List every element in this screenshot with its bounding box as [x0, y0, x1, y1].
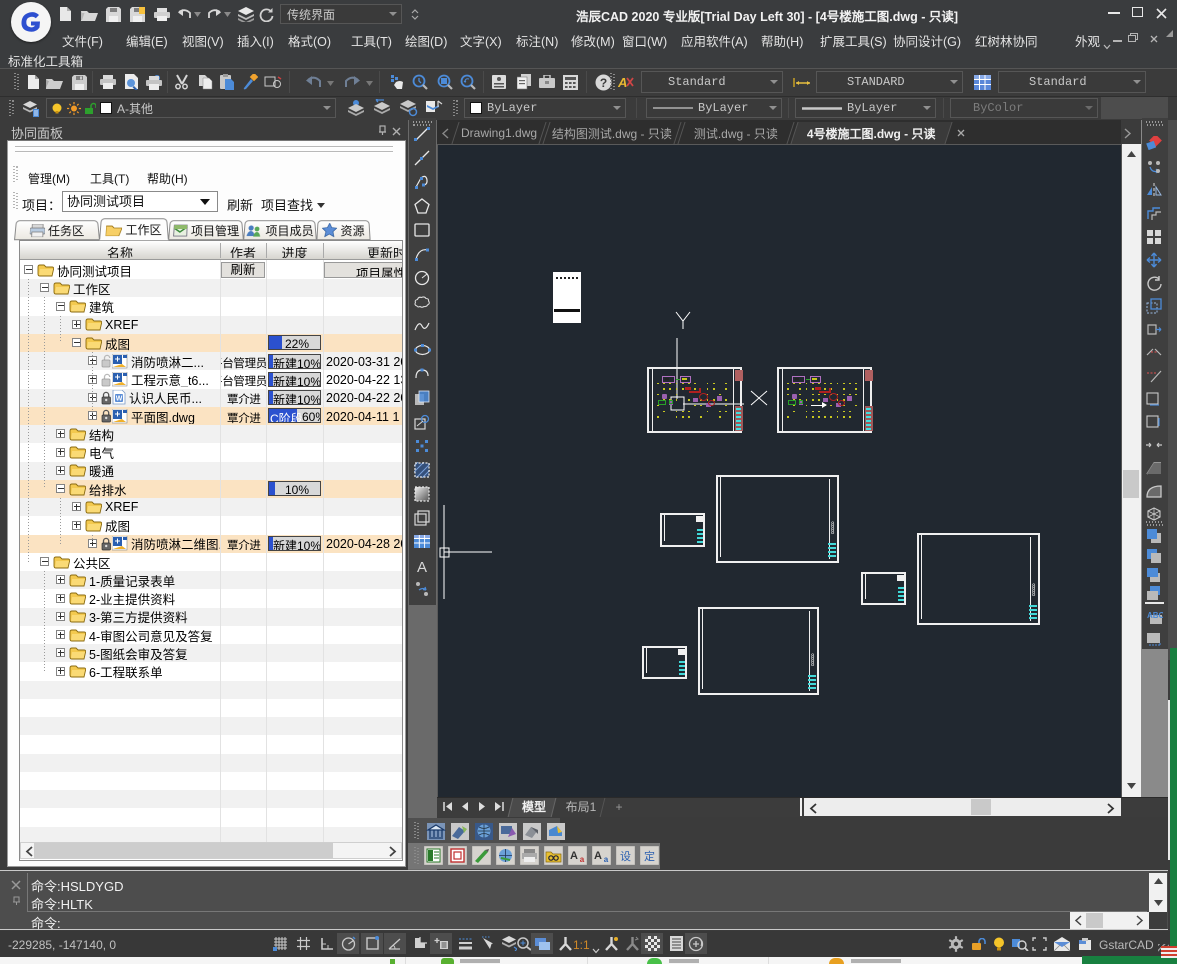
svg-text:A: A [417, 559, 427, 573]
svg-text:a: a [580, 855, 585, 864]
svg-text:W: W [116, 396, 123, 403]
svg-text:A: A [594, 850, 602, 862]
svg-text:定: 定 [644, 849, 655, 863]
svg-text:ABC: ABC [1147, 611, 1163, 620]
svg-text:a: a [604, 855, 609, 864]
svg-text:A: A [570, 850, 578, 862]
svg-text:A: A [618, 75, 627, 90]
svg-text:?: ? [599, 76, 606, 90]
svg-text:设: 设 [620, 850, 631, 863]
